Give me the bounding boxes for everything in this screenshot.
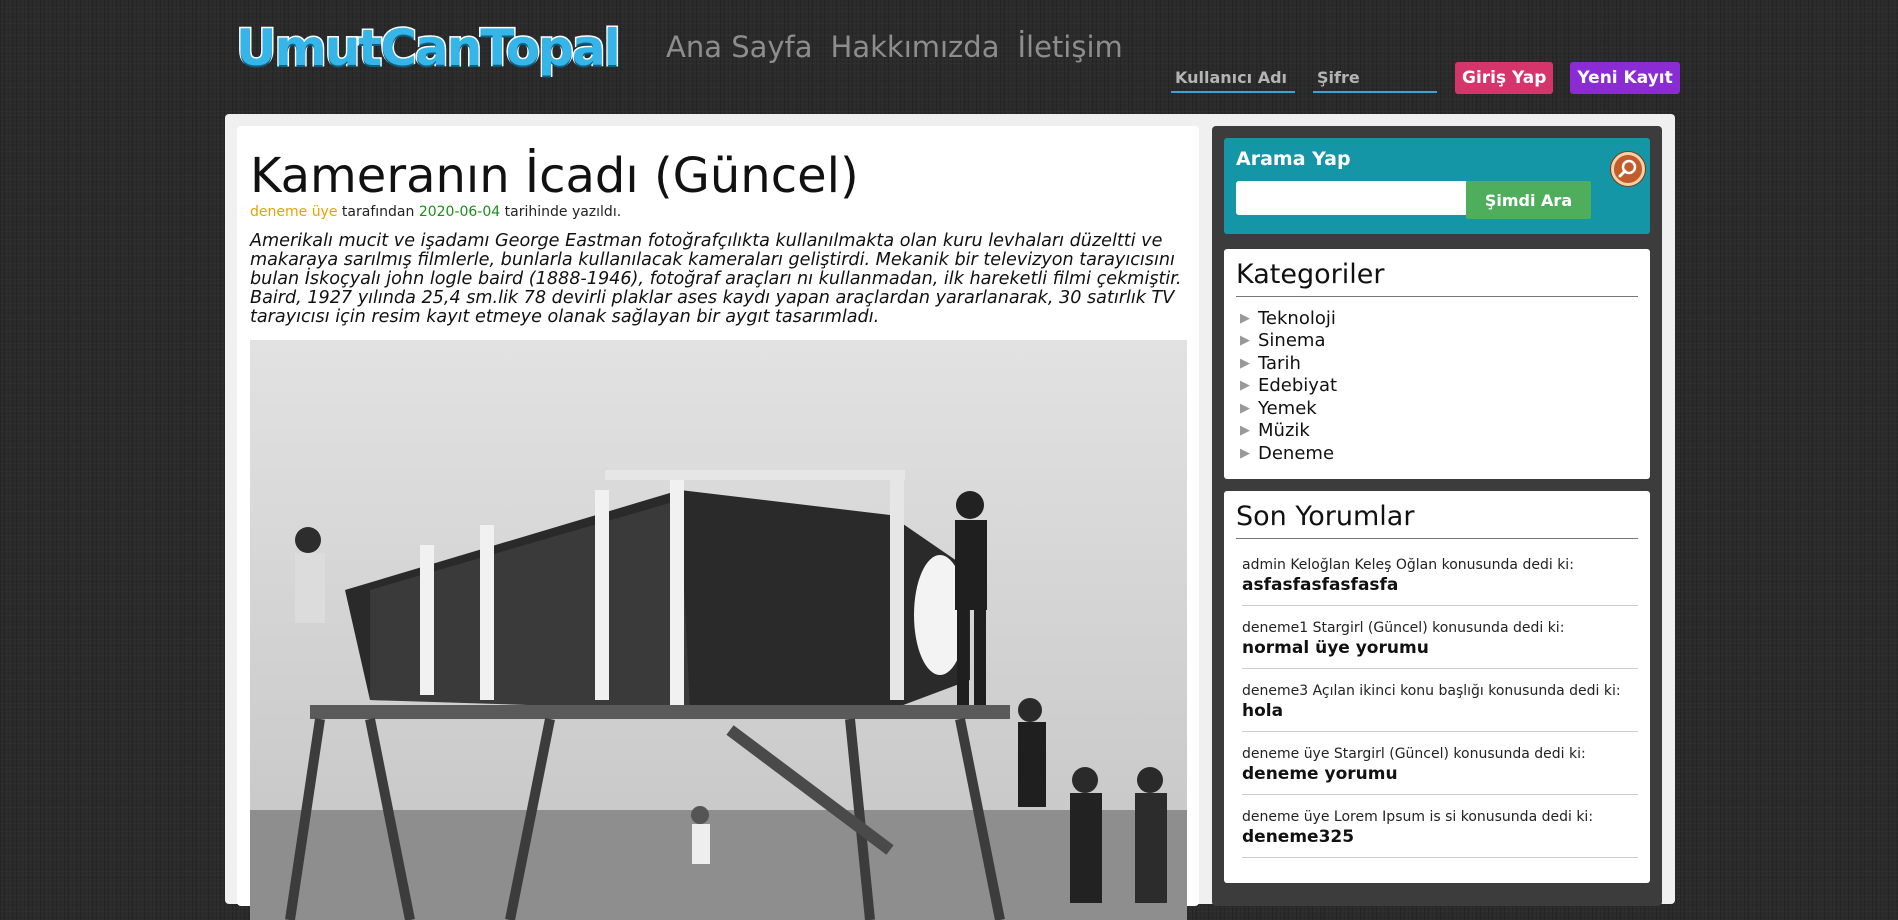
comment-head: deneme üye Lorem Ipsum is si konusunda d… [1242, 809, 1594, 825]
post-content: Kameranın İcadı (Güncel) deneme üye tara… [237, 126, 1199, 920]
category-item[interactable]: ▶ Teknoloji [1240, 307, 1337, 330]
post-title: Kameranın İcadı (Güncel) [250, 148, 859, 204]
login-button[interactable]: Giriş Yap [1455, 62, 1554, 94]
category-item[interactable]: ▶ Deneme [1240, 442, 1337, 465]
comment-text: normal üye yorumu [1242, 638, 1429, 658]
post-by-text: tarafından [337, 204, 419, 220]
comment-text: deneme yorumu [1242, 764, 1398, 784]
search-panel: Arama Yap Şimdi Ara [1224, 138, 1650, 234]
nav-about[interactable]: Hakkımızda [831, 30, 1000, 64]
categories-title: Kategoriler [1236, 257, 1638, 297]
comment-item[interactable]: deneme üye Lorem Ipsum is si konusunda d… [1242, 801, 1638, 858]
comment-item[interactable]: deneme üye Stargirl (Güncel) konusunda d… [1242, 738, 1638, 795]
category-label: Yemek [1258, 397, 1317, 419]
category-item[interactable]: ▶ Müzik [1240, 420, 1337, 443]
post-body: Amerikalı mucit ve işadamı George Eastma… [250, 231, 1182, 327]
category-label: Teknoloji [1258, 307, 1336, 329]
post-meta: deneme üye tarafından 2020-06-04 tarihin… [250, 204, 621, 220]
triangle-right-icon: ▶ [1240, 310, 1250, 326]
nav-contact[interactable]: İletişim [1017, 30, 1122, 64]
triangle-right-icon: ▶ [1240, 355, 1250, 371]
post-written-text: tarihinde yazıldı. [500, 204, 622, 220]
recent-comments-panel: Son Yorumlar admin Keloğlan Keleş Oğlan … [1224, 491, 1650, 883]
comment-text: asfasfasfasfasfa [1242, 575, 1399, 595]
recent-comments-title: Son Yorumlar [1236, 499, 1638, 539]
search-title: Arama Yap [1236, 148, 1351, 170]
comment-item[interactable]: admin Keloğlan Keleş Oğlan konusunda ded… [1242, 549, 1638, 606]
comment-item[interactable]: deneme3 Açılan ikinci konu başlığı konus… [1242, 675, 1638, 732]
category-label: Edebiyat [1258, 375, 1338, 397]
username-input[interactable] [1171, 63, 1295, 93]
category-item[interactable]: ▶ Yemek [1240, 397, 1337, 420]
comment-text: hola [1242, 701, 1284, 721]
category-list: ▶ Teknoloji ▶ Sinema ▶ Tarih ▶ Edebiyat ▶ Yem… [1240, 307, 1337, 465]
sidebar: Arama Yap Şimdi Ara Kategoriler ▶ Teknolo… [1212, 126, 1662, 906]
comment-head: deneme3 Açılan ikinci konu başlığı konus… [1242, 683, 1621, 699]
triangle-right-icon: ▶ [1240, 423, 1250, 439]
triangle-right-icon: ▶ [1240, 333, 1250, 349]
password-input[interactable] [1313, 63, 1437, 93]
category-label: Sinema [1258, 330, 1326, 352]
register-button[interactable]: Yeni Kayıt [1570, 62, 1680, 94]
comment-head: admin Keloğlan Keleş Oğlan konusunda ded… [1242, 557, 1574, 573]
camera-photo-illustration [250, 340, 1187, 920]
post-author[interactable]: deneme üye [250, 204, 337, 220]
post-image [250, 340, 1187, 920]
comment-text: deneme325 [1242, 827, 1355, 847]
triangle-right-icon: ▶ [1240, 445, 1250, 461]
category-item[interactable]: ▶ Sinema [1240, 330, 1337, 353]
triangle-right-icon: ▶ [1240, 400, 1250, 416]
comment-item[interactable]: deneme1 Stargirl (Güncel) konusunda dedi… [1242, 612, 1638, 669]
category-item[interactable]: ▶ Edebiyat [1240, 375, 1337, 398]
page-wrapper: Kameranın İcadı (Güncel) deneme üye tara… [225, 114, 1675, 920]
search-button[interactable]: Şimdi Ara [1466, 181, 1591, 219]
site-logo[interactable]: UmutCanTopal [235, 18, 623, 79]
nav-home[interactable]: Ana Sayfa [666, 30, 813, 64]
category-label: Tarih [1258, 352, 1301, 374]
triangle-right-icon: ▶ [1240, 378, 1250, 394]
comment-head: deneme1 Stargirl (Güncel) konusunda dedi… [1242, 620, 1565, 636]
search-input[interactable] [1236, 181, 1468, 215]
magnifier-icon[interactable] [1611, 152, 1645, 186]
category-item[interactable]: ▶ Tarih [1240, 352, 1337, 375]
main-nav: Ana Sayfa Hakkımızda İletişim [666, 30, 1123, 64]
post-date: 2020-06-04 [418, 204, 501, 220]
category-label: Müzik [1258, 420, 1310, 442]
category-label: Deneme [1258, 442, 1335, 464]
comment-head: deneme üye Stargirl (Güncel) konusunda d… [1242, 746, 1586, 762]
categories-panel: Kategoriler ▶ Teknoloji ▶ Sinema ▶ Tarih ▶ E… [1224, 249, 1650, 479]
login-form: Giriş Yap Yeni Kayıt [1171, 62, 1680, 94]
